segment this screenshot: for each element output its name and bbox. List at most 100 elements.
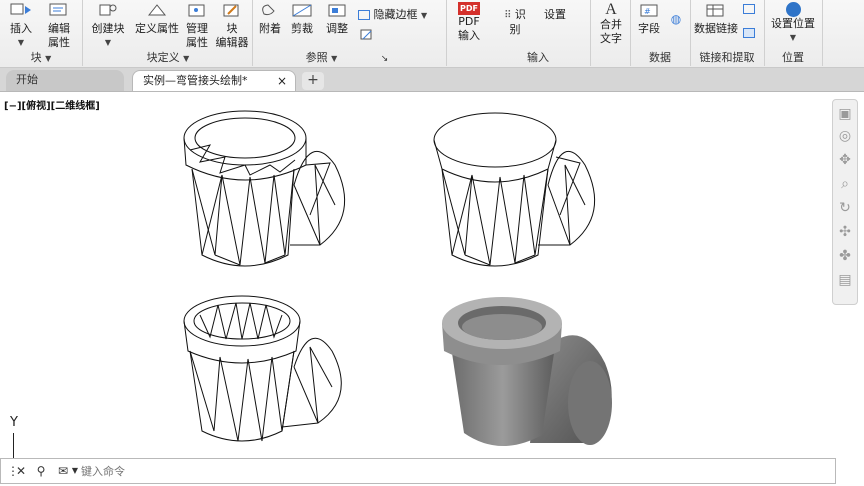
edit-attributes-icon xyxy=(49,3,67,16)
pdf-import-button[interactable]: PDF PDF 输入 xyxy=(452,2,486,43)
text-a-icon: A xyxy=(605,1,617,18)
adjust-icon xyxy=(328,4,346,17)
hide-frames-button[interactable]: 隐藏边框 ▼ xyxy=(358,8,438,23)
field-icon: # xyxy=(640,4,658,17)
insert-icon xyxy=(10,3,31,15)
data-link-label: 数据链接 xyxy=(694,22,738,35)
viewcube-icon[interactable]: ▣ xyxy=(837,106,853,122)
manage-attributes-button[interactable]: 管理 属性 xyxy=(182,2,212,50)
group-divider xyxy=(590,0,591,66)
tab-drawing[interactable]: 实例—弯管接头绘制* × xyxy=(132,70,296,91)
new-tab-button[interactable]: + xyxy=(302,72,324,90)
steering-wheel-icon[interactable]: ◎ xyxy=(837,128,853,144)
tab-start[interactable]: 开始 xyxy=(6,70,124,91)
autocad-window: 插入 ▼ 编辑 属性 块 ▼ 创建块 ▼ 定义属性 管理 属性 块 编辑器 块定… xyxy=(0,0,864,486)
data-link-button[interactable]: 数据链接 xyxy=(694,2,738,36)
group-title-block: 块 ▼ xyxy=(30,51,52,64)
recognize-label: 识别 xyxy=(509,8,526,36)
showmotion-icon[interactable]: ▤ xyxy=(837,272,853,288)
drawing-canvas[interactable]: [−][俯视][二维线框] ▣ ◎ ✥ ⌕ ↻ ✣ ✤ ▤ Y xyxy=(0,93,864,461)
create-block-button[interactable]: 创建块 ▼ xyxy=(88,2,128,50)
pipe-fitting-wireframe-3 xyxy=(183,295,342,442)
pipe-fitting-wireframe-2 xyxy=(433,112,596,267)
upload-data-button[interactable] xyxy=(740,28,758,42)
globe-icon: ◍ xyxy=(670,12,682,26)
group-divider xyxy=(690,0,691,66)
command-input[interactable] xyxy=(81,463,821,479)
clip-button[interactable]: 剪裁 xyxy=(288,2,316,36)
define-attributes-icon xyxy=(147,4,167,16)
manage-attributes-icon xyxy=(188,4,205,17)
pipe-fitting-shaded-model xyxy=(442,297,612,447)
group-divider xyxy=(446,0,447,66)
attach-button[interactable]: 附着 xyxy=(256,2,284,36)
tab-label: 实例—弯管接头绘制* xyxy=(143,74,248,87)
merge-text-label: 合并 文字 xyxy=(600,18,622,45)
recognize-button[interactable]: ⠿ 识别 xyxy=(500,8,530,37)
group-title-import: 输入 xyxy=(527,51,549,64)
update-fields-button[interactable]: ◍ xyxy=(666,12,686,27)
table-icon xyxy=(743,4,755,14)
group-divider xyxy=(764,0,765,66)
reference-option-button[interactable] xyxy=(358,28,378,46)
command-line: ⋮ ✕ ⚲ ✉ ▼ xyxy=(0,458,836,484)
look-icon[interactable]: ✣ xyxy=(837,224,853,240)
zoom-icon[interactable]: ⌕ xyxy=(837,176,853,192)
dropdown-arrow-icon: ▼ xyxy=(421,11,428,20)
globe-icon xyxy=(785,2,801,17)
group-divider xyxy=(630,0,631,66)
customize-wrench-icon[interactable]: ⚲ xyxy=(33,463,49,479)
close-icon[interactable]: × xyxy=(277,71,287,91)
ucs-y-axis-label: Y xyxy=(10,415,18,430)
insert-button[interactable]: 插入 ▼ xyxy=(6,2,36,50)
pdf-icon: PDF xyxy=(458,2,480,15)
group-title-data: 数据 xyxy=(649,51,671,64)
group-title-location: 位置 xyxy=(782,51,804,64)
create-block-icon xyxy=(99,4,117,16)
viewport-controls[interactable]: [−][俯视][二维线框] xyxy=(4,97,100,112)
orbit-icon[interactable]: ↻ xyxy=(837,200,853,216)
insert-label: 插入 xyxy=(10,22,32,35)
group-title-linking: 链接和提取 xyxy=(699,51,755,64)
dropdown-arrow-icon: ▼ xyxy=(104,38,112,47)
ucs-y-axis-line xyxy=(13,433,14,461)
pan-icon[interactable]: ✥ xyxy=(837,152,853,168)
group-divider xyxy=(252,0,253,66)
set-location-label: 设置位置 xyxy=(771,17,815,30)
create-block-label: 创建块 xyxy=(91,22,125,35)
pipe-fitting-wireframe-1 xyxy=(183,110,346,267)
navigation-bar: ▣ ◎ ✥ ⌕ ↻ ✣ ✤ ▤ xyxy=(832,99,858,305)
settings-label: 设置 xyxy=(544,8,566,21)
underlay-icon xyxy=(360,29,372,40)
clip-icon xyxy=(292,4,312,17)
set-location-button[interactable]: 设置位置 ▼ xyxy=(768,2,818,45)
block-editor-label: 块 编辑器 xyxy=(215,22,249,49)
walk-icon[interactable]: ✤ xyxy=(837,248,853,264)
group-title-block-definition: 块定义 ▼ xyxy=(146,51,190,64)
adjust-button[interactable]: 调整 xyxy=(322,2,352,36)
block-editor-icon xyxy=(223,4,239,17)
block-editor-button[interactable]: 块 编辑器 xyxy=(214,2,250,50)
attach-icon xyxy=(262,4,275,16)
settings-button[interactable]: 设置 xyxy=(542,8,568,22)
manage-attributes-label: 管理 属性 xyxy=(186,22,208,49)
adjust-label: 调整 xyxy=(326,22,348,35)
group-divider xyxy=(82,0,83,66)
clip-label: 剪裁 xyxy=(291,22,313,35)
svg-text:#: # xyxy=(644,7,651,16)
tab-label: 开始 xyxy=(16,73,38,86)
dropdown-arrow-icon: ▼ xyxy=(789,33,797,42)
pdf-import-label: PDF 输入 xyxy=(458,15,480,42)
group-divider xyxy=(822,0,823,66)
field-button[interactable]: # 字段 xyxy=(634,2,664,36)
data-link-icon xyxy=(706,4,724,17)
hide-frames-label: 隐藏边框 xyxy=(373,8,418,21)
edit-attributes-label: 编辑 属性 xyxy=(48,22,70,49)
dropdown-arrow-icon: ▼ xyxy=(17,38,25,47)
merge-text-button[interactable]: A 合并 文字 xyxy=(594,2,628,46)
edit-attributes-button[interactable]: 编辑 属性 xyxy=(42,2,76,50)
extract-data-button[interactable] xyxy=(740,4,758,18)
close-icon[interactable]: ✕ xyxy=(13,463,29,479)
document-tab-bar: 开始 实例—弯管接头绘制* × + xyxy=(0,68,864,92)
define-attributes-button[interactable]: 定义属性 xyxy=(134,2,180,36)
